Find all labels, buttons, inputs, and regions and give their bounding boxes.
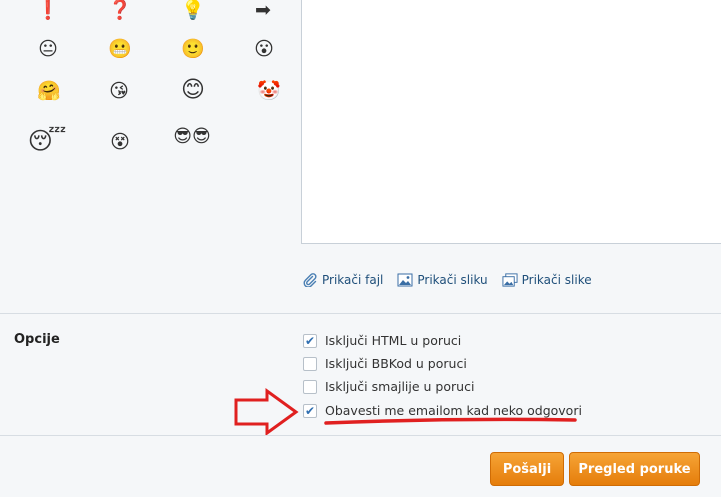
- smile-smiley-icon[interactable]: 🙂: [181, 37, 205, 61]
- attach-images-link[interactable]: Prikači slike: [502, 273, 592, 287]
- surprised-smiley-icon[interactable]: 😮: [252, 37, 276, 61]
- checkbox-disable-bbcode[interactable]: [303, 356, 317, 371]
- annotation-underline: [324, 417, 577, 425]
- option-disable-html-label: Isključi HTML u poruci: [325, 333, 462, 348]
- paperclip-icon: [302, 273, 318, 287]
- image-icon: [397, 273, 413, 287]
- send-button[interactable]: Pošalji: [490, 452, 564, 486]
- attachment-toolbar: Prikači fajl Prikači sliku Prikači slike: [302, 272, 606, 288]
- section-divider-bottom: [0, 435, 721, 436]
- lazy-gray-smiley-icon[interactable]: 😴: [28, 126, 67, 156]
- bffs-pair-smiley-icon[interactable]: 😎😎: [160, 121, 224, 153]
- attach-images-label: Prikači slike: [521, 273, 592, 287]
- attach-file-label: Prikači fajl: [322, 273, 384, 287]
- kiss-smiley-icon[interactable]: 😘: [107, 79, 131, 103]
- option-disable-html[interactable]: ✔ Isključi HTML u poruci: [303, 333, 461, 348]
- arrow-right-smiley-icon[interactable]: ➡: [251, 0, 275, 22]
- option-disable-bbcode[interactable]: Isključi BBKod u poruci: [303, 356, 467, 371]
- section-divider-top: [0, 313, 721, 314]
- option-disable-smilies[interactable]: Isključi smajlije u poruci: [303, 379, 474, 394]
- neutral-smiley-icon[interactable]: 😐: [36, 37, 60, 61]
- big-smile-smiley-icon[interactable]: 😊: [179, 76, 207, 104]
- option-disable-bbcode-label: Isključi BBKod u poruci: [325, 356, 467, 371]
- hug-smiley-icon[interactable]: 🤗: [35, 79, 63, 103]
- checkbox-disable-smilies[interactable]: [303, 379, 317, 394]
- exclamation-smiley-icon[interactable]: ❗: [36, 0, 60, 22]
- attach-image-label: Prikači sliku: [417, 273, 488, 287]
- question-smiley-icon[interactable]: ❓: [108, 0, 132, 22]
- options-section-label: Opcije: [14, 332, 60, 347]
- checkbox-email-notify[interactable]: ✔: [303, 403, 317, 418]
- checkbox-disable-html[interactable]: ✔: [303, 333, 317, 348]
- wallbash-smiley-icon[interactable]: 😵: [104, 128, 136, 156]
- clown-smiley-icon[interactable]: 🤡: [252, 79, 286, 103]
- attach-file-link[interactable]: Prikači fajl: [302, 273, 383, 287]
- emoticon-panel: ❗ ❓ 💡 ➡ 😐 😬 🙂 😮 🤗 😘 😊 🤡 😴 😵 😎😎: [0, 0, 300, 200]
- annotation-arrow-icon: [234, 388, 299, 436]
- attach-image-link[interactable]: Prikači sliku: [397, 273, 488, 287]
- preview-button[interactable]: Pregled poruke: [569, 452, 700, 486]
- option-disable-smilies-label: Isključi smajlije u poruci: [325, 379, 475, 394]
- images-icon: [502, 273, 518, 287]
- idea-bulb-smiley-icon[interactable]: 💡: [181, 0, 205, 22]
- message-textarea[interactable]: [301, 0, 721, 244]
- grin-green-smiley-icon[interactable]: 😬: [108, 37, 132, 61]
